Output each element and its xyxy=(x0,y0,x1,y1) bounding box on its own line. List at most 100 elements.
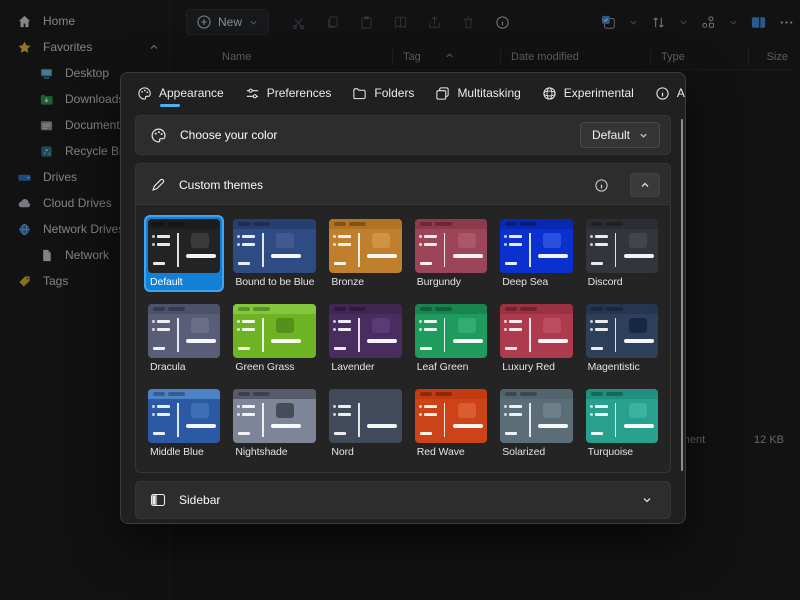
preview-folder xyxy=(458,233,476,248)
custom-themes-header[interactable]: Custom themes xyxy=(136,164,670,206)
theme-preview xyxy=(586,219,658,273)
tab-multitasking[interactable]: Multitasking xyxy=(435,75,520,111)
preview-titlebar xyxy=(415,389,487,399)
dialog-scrollbar[interactable] xyxy=(681,119,684,471)
theme-name: Dracula xyxy=(148,358,220,373)
theme-tile[interactable]: Deep Sea xyxy=(496,215,576,292)
theme-tile[interactable]: Solarized xyxy=(496,385,576,462)
theme-preview xyxy=(148,304,220,358)
theme-preview xyxy=(415,389,487,443)
theme-tile[interactable]: Default xyxy=(144,215,224,292)
preview-titlebar xyxy=(329,219,401,229)
sidebar-section-card[interactable]: Sidebar xyxy=(135,481,671,519)
preview-folder xyxy=(276,403,294,418)
settings-tabs: Appearance Preferences Folders Multitask… xyxy=(121,73,685,113)
theme-preview xyxy=(500,304,572,358)
preview-titlebar xyxy=(500,389,572,399)
sidebar-panel-icon xyxy=(150,492,166,508)
preview-titlebar xyxy=(415,219,487,229)
brush-icon xyxy=(150,177,166,193)
tab-experimental[interactable]: Experimental xyxy=(542,75,634,111)
themes-panel: Default Bound to be B xyxy=(136,206,670,472)
preview-titlebar xyxy=(148,304,220,314)
preview-titlebar xyxy=(329,304,401,314)
choose-color-label: Choose your color xyxy=(180,128,277,142)
preview-folder xyxy=(543,233,561,248)
preview-folder xyxy=(458,318,476,333)
palette-icon xyxy=(137,86,152,101)
tab-appearance[interactable]: Appearance xyxy=(137,75,224,111)
preview-folder xyxy=(458,403,476,418)
theme-tile[interactable]: Nord xyxy=(325,385,405,462)
theme-tile[interactable]: Lavender xyxy=(325,300,405,377)
theme-tile[interactable]: Magentistic xyxy=(582,300,662,377)
theme-name: Luxury Red xyxy=(500,358,572,373)
preview-folder xyxy=(191,403,209,418)
theme-tile[interactable]: Burgundy xyxy=(411,215,491,292)
theme-name: Solarized xyxy=(500,443,572,458)
theme-tile[interactable]: Middle Blue xyxy=(144,385,224,462)
theme-tile[interactable]: Green Grass xyxy=(229,300,320,377)
theme-name: Red Wave xyxy=(415,443,487,458)
theme-name: Discord xyxy=(586,273,658,288)
theme-name: Middle Blue xyxy=(148,443,220,458)
theme-preview xyxy=(148,219,220,273)
theme-preview xyxy=(329,219,401,273)
settings-content: Choose your color Default Custom themes xyxy=(121,113,685,524)
settings-dialog: Appearance Preferences Folders Multitask… xyxy=(120,72,686,524)
theme-tile[interactable]: Red Wave xyxy=(411,385,491,462)
tab-preferences[interactable]: Preferences xyxy=(245,75,332,111)
theme-tile[interactable]: Leaf Green xyxy=(411,300,491,377)
theme-preview xyxy=(329,304,401,358)
theme-tile[interactable]: Bound to be Blue xyxy=(229,215,320,292)
theme-name: Burgundy xyxy=(415,273,487,288)
theme-preview xyxy=(500,219,572,273)
preview-titlebar xyxy=(500,304,572,314)
theme-preview xyxy=(233,389,316,443)
preview-folder xyxy=(629,318,647,333)
folder-icon xyxy=(352,86,367,101)
preview-titlebar xyxy=(233,219,316,229)
theme-name: Nightshade xyxy=(233,443,316,458)
preview-titlebar xyxy=(586,219,658,229)
preview-folder xyxy=(372,233,390,248)
theme-tile[interactable]: Nightshade xyxy=(229,385,320,462)
tab-about[interactable]: About xyxy=(655,75,686,111)
theme-name: Deep Sea xyxy=(500,273,572,288)
chevron-up-icon xyxy=(640,180,650,190)
theme-tile[interactable]: Luxury Red xyxy=(496,300,576,377)
preview-titlebar xyxy=(329,389,401,399)
files-app-screen: Home Favorites Desktop xyxy=(0,0,800,600)
windows-icon xyxy=(435,86,450,101)
info-icon xyxy=(655,86,670,101)
preview-titlebar xyxy=(233,304,316,314)
tab-label: Preferences xyxy=(267,75,332,111)
preview-titlebar xyxy=(233,389,316,399)
preview-folder xyxy=(629,403,647,418)
theme-preview xyxy=(415,219,487,273)
tab-label: Folders xyxy=(374,75,414,111)
theme-tile[interactable]: Bronze xyxy=(325,215,405,292)
theme-name: Green Grass xyxy=(233,358,316,373)
theme-tile[interactable]: Discord xyxy=(582,215,662,292)
chevron-down-icon[interactable] xyxy=(642,495,652,505)
theme-name: Leaf Green xyxy=(415,358,487,373)
color-dropdown-value: Default xyxy=(592,128,630,142)
preview-folder xyxy=(543,403,561,418)
choose-color-card: Choose your color Default xyxy=(135,115,671,155)
flask-icon xyxy=(542,86,557,101)
info-icon[interactable] xyxy=(594,178,609,193)
theme-name: Magentistic xyxy=(586,358,658,373)
tab-folders[interactable]: Folders xyxy=(352,75,414,111)
theme-tile[interactable]: Turquoise xyxy=(582,385,662,462)
palette-icon xyxy=(150,127,167,144)
preview-titlebar xyxy=(586,389,658,399)
preview-folder xyxy=(191,318,209,333)
color-dropdown[interactable]: Default xyxy=(580,122,660,148)
sidebar-section-label: Sidebar xyxy=(179,493,220,507)
theme-tile[interactable]: Dracula xyxy=(144,300,224,377)
preview-titlebar xyxy=(148,389,220,399)
theme-name: Lavender xyxy=(329,358,401,373)
collapse-button[interactable] xyxy=(630,173,660,197)
tab-label: About xyxy=(677,75,686,111)
